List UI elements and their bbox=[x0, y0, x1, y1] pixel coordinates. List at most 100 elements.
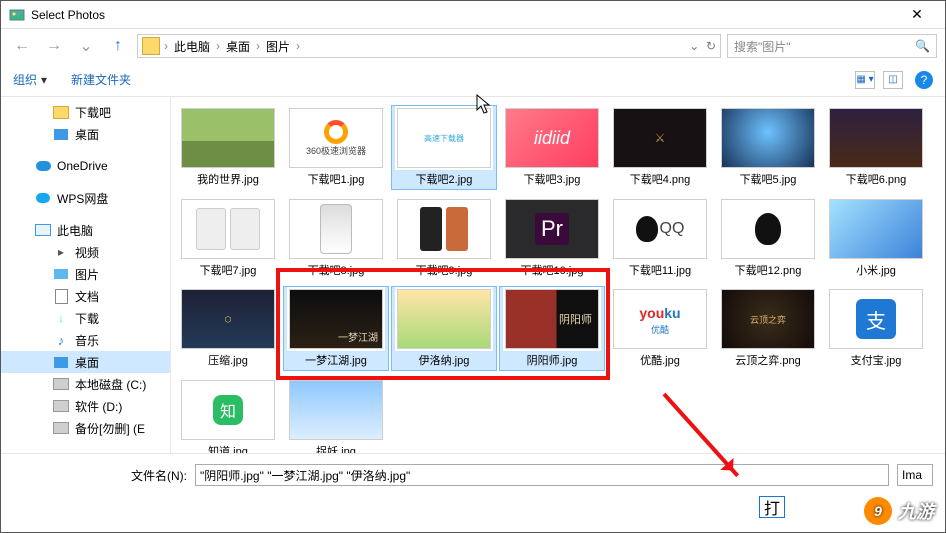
sidebar-item-wps[interactable]: WPS网盘 bbox=[1, 187, 170, 209]
search-box[interactable]: 搜索"图片" 🔍 bbox=[727, 34, 937, 58]
sidebar-item-videos[interactable]: 视频 bbox=[1, 241, 170, 263]
file-item[interactable]: 云顶之弈云顶之弈.png bbox=[715, 286, 821, 371]
sidebar-item-desktop-quick[interactable]: 桌面 bbox=[1, 123, 170, 145]
file-item[interactable]: 我的世界.jpg bbox=[175, 105, 281, 190]
crumb-desktop[interactable]: 桌面 bbox=[224, 38, 252, 55]
file-thumbnail: 阴阳师 bbox=[505, 289, 599, 349]
file-item[interactable]: 知知道.jpg bbox=[175, 377, 281, 453]
file-item[interactable]: 捉妖.jpg bbox=[283, 377, 389, 453]
sidebar-item-disk-c[interactable]: 本地磁盘 (C:) bbox=[1, 373, 170, 395]
file-item[interactable]: 伊洛纳.jpg bbox=[391, 286, 497, 371]
file-label: 伊洛纳.jpg bbox=[419, 355, 470, 368]
file-thumbnail bbox=[829, 199, 923, 259]
crumb-pictures[interactable]: 图片 bbox=[264, 38, 292, 55]
file-thumbnail: ⚔ bbox=[613, 108, 707, 168]
file-thumbnail: youku优酷 bbox=[613, 289, 707, 349]
file-thumbnail: 知 bbox=[181, 380, 275, 440]
sidebar-item-desktop[interactable]: 桌面 bbox=[1, 351, 170, 373]
nav-recent-drop[interactable]: ⌄ bbox=[73, 34, 99, 58]
sidebar-item-pictures[interactable]: 图片 bbox=[1, 263, 170, 285]
file-label: 下载吧3.jpg bbox=[524, 174, 581, 187]
file-thumbnail bbox=[829, 108, 923, 168]
file-item[interactable]: 阴阳师阴阳师.jpg bbox=[499, 286, 605, 371]
file-item[interactable]: 360极速浏览器下载吧1.jpg bbox=[283, 105, 389, 190]
nav-back[interactable]: ← bbox=[9, 34, 35, 58]
view-preview-button[interactable]: ◫ bbox=[883, 71, 903, 89]
file-thumbnail bbox=[289, 380, 383, 440]
file-item[interactable]: 下载吧12.png bbox=[715, 196, 821, 281]
sidebar-item-xiazaiba[interactable]: 下载吧 bbox=[1, 101, 170, 123]
sidebar-item-documents[interactable]: 文档 bbox=[1, 285, 170, 307]
address-bar[interactable]: › 此电脑 › 桌面 › 图片 › ⌄ ↻ bbox=[137, 34, 721, 58]
crumb-pc[interactable]: 此电脑 bbox=[172, 38, 212, 55]
file-label: 支付宝.jpg bbox=[851, 355, 902, 368]
close-button[interactable]: ✕ bbox=[897, 6, 937, 23]
file-label: 我的世界.jpg bbox=[197, 174, 259, 187]
file-item[interactable]: 下载吧9.jpg bbox=[391, 196, 497, 281]
organize-button[interactable]: 组织 bbox=[13, 71, 37, 88]
file-label: 下载吧11.jpg bbox=[629, 265, 691, 278]
file-item[interactable]: iidiid下载吧3.jpg bbox=[499, 105, 605, 190]
file-thumbnail bbox=[721, 199, 815, 259]
address-drop[interactable]: ⌄ ↻ bbox=[689, 39, 716, 53]
file-label: 捉妖.jpg bbox=[316, 446, 356, 453]
file-thumbnail: 360极速浏览器 bbox=[289, 108, 383, 168]
disk-icon bbox=[53, 376, 69, 392]
file-label: 压缩.jpg bbox=[208, 355, 248, 368]
file-item[interactable]: 高速下载器下载吧2.jpg bbox=[391, 105, 497, 190]
file-label: 小米.jpg bbox=[856, 265, 896, 278]
file-item[interactable]: Pr 下载吧10.jpg bbox=[499, 196, 605, 281]
file-item[interactable]: 支支付宝.jpg bbox=[823, 286, 929, 371]
folder-icon bbox=[142, 37, 160, 55]
file-label: 一梦江湖.jpg bbox=[305, 355, 367, 368]
file-label: 阴阳师.jpg bbox=[527, 355, 578, 368]
file-item[interactable]: ⚔ 下载吧4.png bbox=[607, 105, 713, 190]
file-dialog: Select Photos ✕ ← → ⌄ ↑ › 此电脑 › 桌面 › 图片 … bbox=[0, 0, 946, 533]
sidebar-item-music[interactable]: 音乐 bbox=[1, 329, 170, 351]
file-label: 下载吧1.jpg bbox=[308, 174, 365, 187]
view-thumbsize-button[interactable]: ▦ ▾ bbox=[855, 71, 875, 89]
file-item[interactable]: 下载吧5.jpg bbox=[715, 105, 821, 190]
sidebar-item-disk-d[interactable]: 软件 (D:) bbox=[1, 395, 170, 417]
file-thumbnail: Pr bbox=[505, 199, 599, 259]
file-label: 知道.jpg bbox=[208, 446, 248, 453]
documents-icon bbox=[53, 288, 69, 304]
nav-up[interactable]: ↑ bbox=[105, 34, 131, 58]
crumb-sep: › bbox=[160, 39, 172, 53]
file-thumbnail bbox=[289, 199, 383, 259]
file-item[interactable]: QQ下载吧11.jpg bbox=[607, 196, 713, 281]
watermark: 9 九游 bbox=[864, 497, 934, 525]
file-item[interactable]: 一梦江湖一梦江湖.jpg bbox=[283, 286, 389, 371]
file-label: 下载吧12.png bbox=[735, 265, 802, 278]
sidebar-item-downloads[interactable]: 下载 bbox=[1, 307, 170, 329]
file-item[interactable]: 小米.jpg bbox=[823, 196, 929, 281]
folder-icon bbox=[53, 104, 69, 120]
app-icon bbox=[9, 7, 25, 23]
file-item[interactable]: 下载吧7.jpg bbox=[175, 196, 281, 281]
file-label: 下载吧7.jpg bbox=[200, 265, 257, 278]
file-label: 下载吧10.jpg bbox=[521, 265, 584, 278]
newfolder-button[interactable]: 新建文件夹 bbox=[71, 71, 131, 88]
desktop-icon bbox=[53, 126, 69, 142]
video-icon bbox=[53, 244, 69, 260]
open-button[interactable]: 打 bbox=[759, 496, 785, 518]
window-title: Select Photos bbox=[31, 8, 897, 22]
sidebar-item-thispc[interactable]: 此电脑 bbox=[1, 219, 170, 241]
footer: 文件名(N): Ima bbox=[1, 453, 945, 496]
navbar: ← → ⌄ ↑ › 此电脑 › 桌面 › 图片 › ⌄ ↻ 搜索"图片" 🔍 bbox=[1, 29, 945, 63]
toolbar: 组织 ▾ 新建文件夹 ▦ ▾ ◫ ? bbox=[1, 63, 945, 97]
file-item[interactable]: 下载吧6.png bbox=[823, 105, 929, 190]
organize-dropdown-icon[interactable]: ▾ bbox=[41, 73, 47, 87]
sidebar-item-disk-e[interactable]: 备份[勿删] (E bbox=[1, 417, 170, 439]
filetype-select[interactable]: Ima bbox=[897, 464, 933, 486]
file-item[interactable]: ⬡压缩.jpg bbox=[175, 286, 281, 371]
file-item[interactable]: youku优酷优酷.jpg bbox=[607, 286, 713, 371]
help-button[interactable]: ? bbox=[915, 71, 933, 89]
file-grid[interactable]: 我的世界.jpg360极速浏览器下载吧1.jpg高速下载器下载吧2.jpgiid… bbox=[171, 97, 945, 453]
sidebar-item-onedrive[interactable]: OneDrive bbox=[1, 155, 170, 177]
file-label: 下载吧4.png bbox=[630, 174, 691, 187]
file-thumbnail bbox=[181, 108, 275, 168]
filename-input[interactable] bbox=[195, 464, 889, 486]
watermark-logo-icon: 9 bbox=[864, 497, 892, 525]
file-item[interactable]: 下载吧8.jpg bbox=[283, 196, 389, 281]
